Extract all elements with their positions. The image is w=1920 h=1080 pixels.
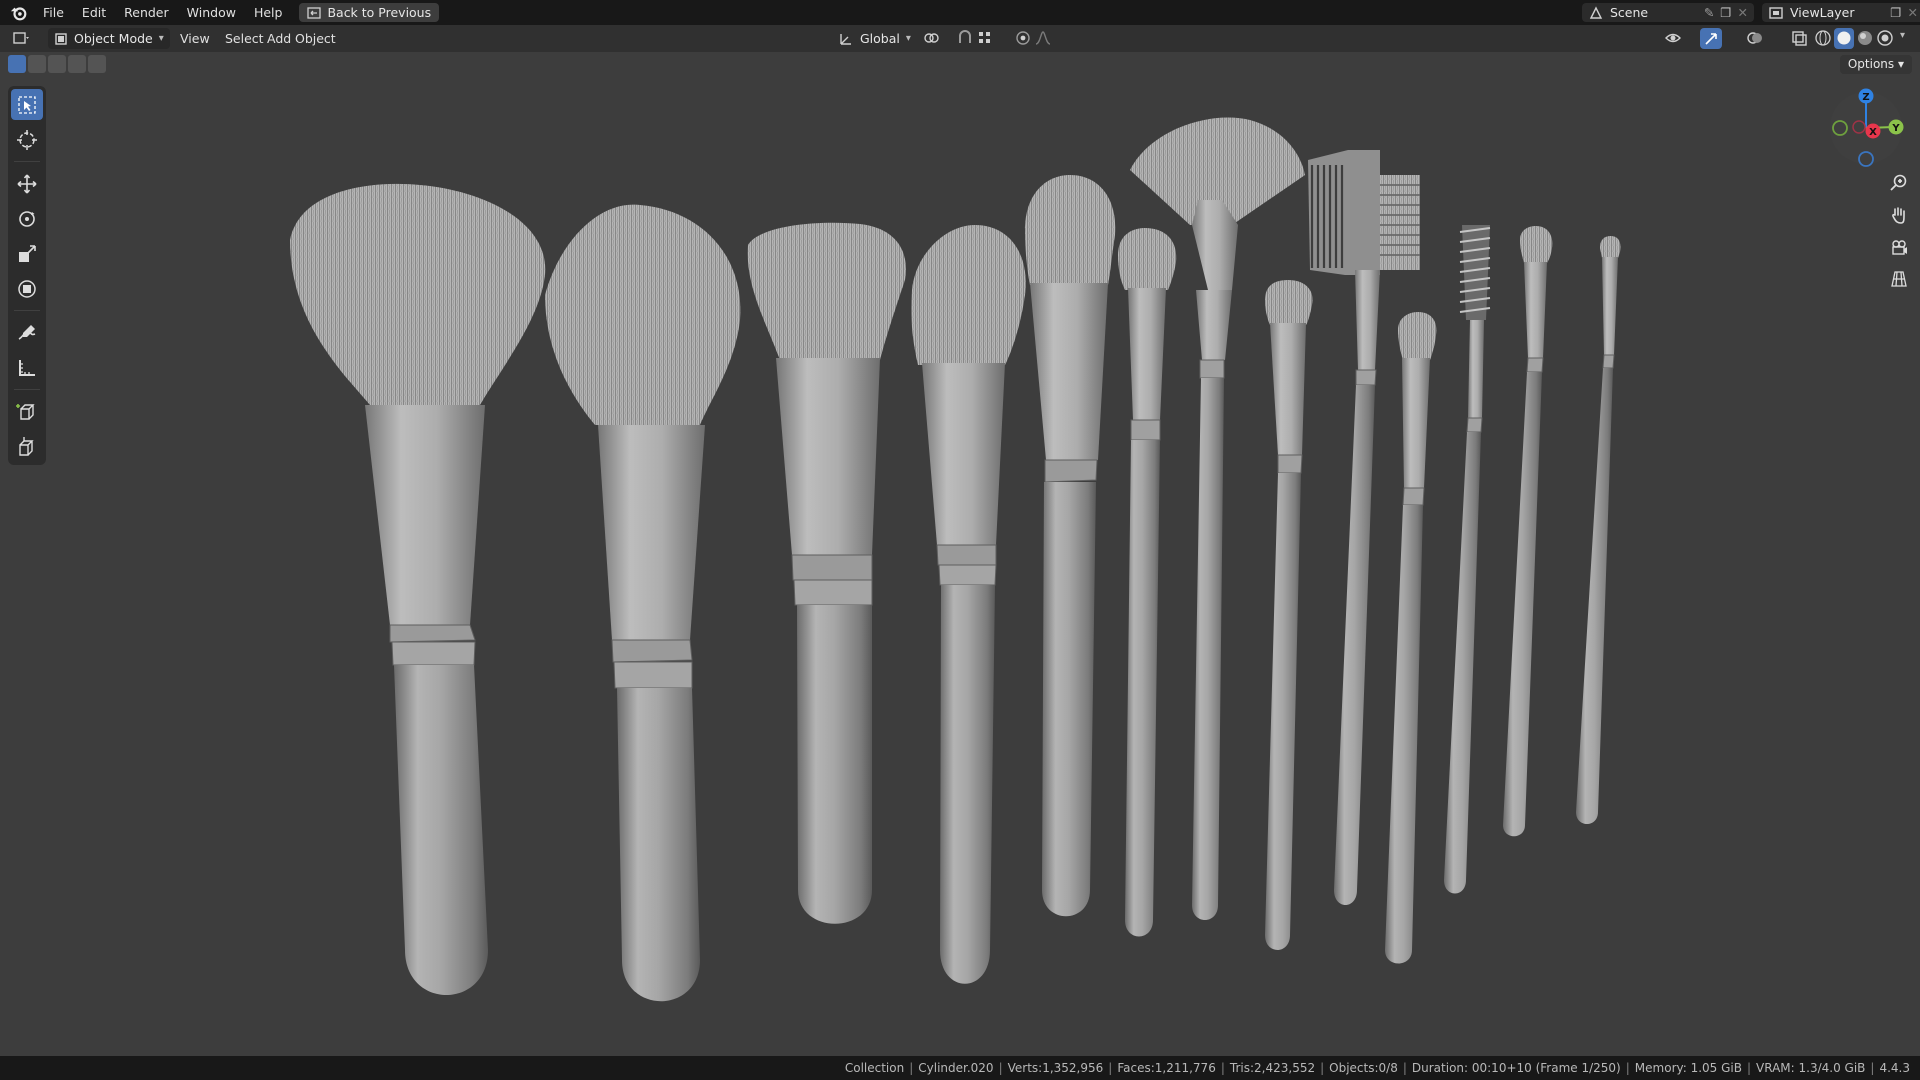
status-faces: Faces:1,211,776 bbox=[1117, 1061, 1216, 1075]
view-layer-icon bbox=[1769, 6, 1783, 19]
rendered-shading-icon[interactable] bbox=[1876, 29, 1894, 47]
object-mode-dropdown[interactable]: Object Mode ▾ bbox=[48, 28, 170, 49]
proportional-editing-icon[interactable] bbox=[1014, 29, 1032, 47]
status-duration: Duration: 00:10+10 (Frame 1/250) bbox=[1411, 1061, 1621, 1075]
back-to-previous-button[interactable]: Back to Previous bbox=[299, 3, 440, 22]
menu-help[interactable]: Help bbox=[245, 0, 292, 25]
solid-shading-icon bbox=[1837, 31, 1851, 45]
shading-options-chevron-icon[interactable]: ▾ bbox=[1900, 30, 1905, 41]
brush-2[interactable] bbox=[545, 204, 741, 1002]
xray-icon[interactable] bbox=[1790, 29, 1808, 47]
status-vram: VRAM: 1.3/4.0 GiB bbox=[1756, 1061, 1866, 1075]
status-objects: Objects:0/8 bbox=[1329, 1061, 1398, 1075]
chevron-down-icon: ▾ bbox=[905, 33, 911, 44]
separator: | bbox=[1320, 1061, 1325, 1075]
viewport-header: Object Mode ▾ View Select Add Object Glo… bbox=[0, 25, 1920, 52]
brush-6[interactable] bbox=[1118, 228, 1177, 937]
pivot-point-icon[interactable] bbox=[922, 29, 940, 47]
visibility-icon[interactable] bbox=[1664, 29, 1682, 47]
material-shading-icon[interactable] bbox=[1856, 29, 1874, 47]
back-icon bbox=[307, 6, 322, 19]
menu-edit[interactable]: Edit bbox=[73, 0, 115, 25]
object-mode-icon bbox=[55, 32, 67, 45]
scene-icon bbox=[1589, 5, 1603, 19]
overlay-icon[interactable] bbox=[1746, 29, 1764, 47]
brush-1[interactable] bbox=[290, 183, 546, 995]
separator: | bbox=[1402, 1061, 1407, 1075]
brush-8[interactable] bbox=[1265, 280, 1313, 950]
brush-3[interactable] bbox=[747, 222, 906, 924]
falloff-icon[interactable] bbox=[1034, 29, 1052, 47]
menu-file[interactable]: File bbox=[34, 0, 73, 25]
scene-render bbox=[290, 117, 1621, 1002]
pin-icon[interactable]: ✎ bbox=[1704, 5, 1714, 20]
menu-window[interactable]: Window bbox=[178, 0, 245, 25]
status-active-object: Cylinder.020 bbox=[918, 1061, 994, 1075]
brush-13[interactable] bbox=[1576, 236, 1621, 824]
back-to-previous-label: Back to Previous bbox=[327, 5, 432, 20]
separator: | bbox=[1870, 1061, 1875, 1075]
solid-shading-button[interactable] bbox=[1834, 28, 1854, 49]
new-view-layer-icon[interactable]: ❐ bbox=[1890, 5, 1901, 20]
separator: | bbox=[1625, 1061, 1630, 1075]
brush-4[interactable] bbox=[911, 225, 1026, 984]
separator: | bbox=[1746, 1061, 1752, 1075]
scene-selector[interactable]: Scene ✎ ❐ ✕ bbox=[1582, 3, 1754, 22]
view-layer-name: ViewLayer bbox=[1790, 5, 1855, 20]
orientation-icon bbox=[840, 33, 851, 45]
object-menu[interactable]: Object bbox=[287, 25, 344, 52]
snap-icon[interactable] bbox=[956, 29, 974, 47]
separator: | bbox=[998, 1061, 1003, 1075]
top-menu-bar: File Edit Render Window Help Back to Pre… bbox=[0, 0, 1920, 25]
status-memory: Memory: 1.05 GiB bbox=[1634, 1061, 1742, 1075]
chevron-down-icon: ▾ bbox=[158, 33, 164, 44]
brush-12[interactable] bbox=[1503, 226, 1553, 837]
delete-scene-icon[interactable]: ✕ bbox=[1738, 5, 1748, 20]
separator: | bbox=[1220, 1061, 1225, 1075]
wireframe-shading-icon[interactable] bbox=[1814, 29, 1832, 47]
separator: | bbox=[909, 1061, 914, 1075]
brush-11-spoolie[interactable] bbox=[1444, 225, 1491, 894]
snap-grid-icon[interactable] bbox=[976, 29, 994, 47]
new-scene-icon[interactable]: ❐ bbox=[1720, 5, 1731, 20]
view-menu[interactable]: View bbox=[172, 25, 218, 52]
gizmo-toggle-button[interactable] bbox=[1700, 28, 1722, 49]
transform-orientation-dropdown[interactable]: Global ▾ bbox=[838, 28, 911, 49]
editor-type-icon[interactable] bbox=[12, 29, 30, 47]
status-bar: Collection | Cylinder.020 | Verts:1,352,95… bbox=[0, 1056, 1920, 1080]
scene-name: Scene bbox=[1610, 5, 1649, 20]
status-tris: Tris:2,423,552 bbox=[1229, 1061, 1316, 1075]
brush-10[interactable] bbox=[1385, 312, 1437, 964]
delete-view-layer-icon[interactable]: ✕ bbox=[1908, 5, 1918, 20]
transform-orientation-label: Global bbox=[860, 31, 900, 46]
status-verts: Verts:1,352,956 bbox=[1007, 1061, 1104, 1075]
blender-logo-icon[interactable] bbox=[10, 4, 28, 22]
view-layer-selector[interactable]: ViewLayer ❐ ✕ bbox=[1762, 3, 1920, 22]
status-collection: Collection bbox=[844, 1061, 905, 1075]
brush-5[interactable] bbox=[1025, 175, 1116, 917]
separator: | bbox=[1108, 1061, 1113, 1075]
gizmo-icon bbox=[1705, 33, 1717, 45]
menu-render[interactable]: Render bbox=[115, 0, 178, 25]
status-version: 4.4.3 bbox=[1879, 1061, 1910, 1075]
object-mode-label: Object Mode bbox=[74, 31, 153, 46]
